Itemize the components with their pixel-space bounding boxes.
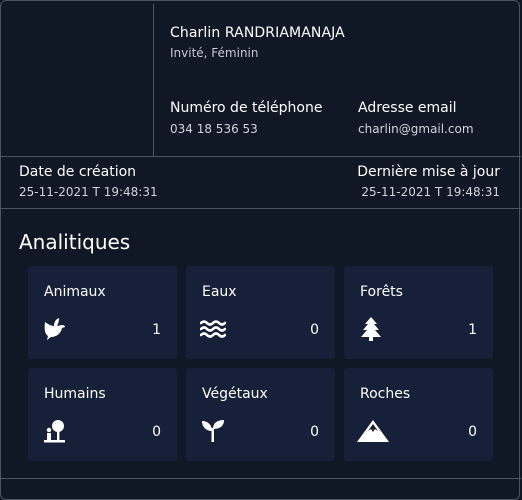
tile-label: Humains: [44, 386, 106, 402]
tile-label: Végétaux: [202, 386, 268, 402]
tile-roches[interactable]: Roches 0: [344, 368, 493, 461]
created-label: Date de création: [19, 164, 137, 180]
water-icon: [200, 320, 226, 338]
tile-count: 0: [310, 322, 319, 338]
tile-eaux[interactable]: Eaux 0: [186, 266, 335, 359]
user-role: Invité, Féminin: [170, 46, 259, 60]
tile-animaux[interactable]: Animaux 1: [28, 266, 177, 359]
divider: [1, 478, 521, 479]
tile-label: Eaux: [202, 284, 237, 300]
tile-forets[interactable]: Forêts 1: [344, 266, 493, 359]
tile-label: Animaux: [44, 284, 106, 300]
updated-label: Dernière mise à jour: [357, 164, 500, 180]
mountain-icon: [357, 420, 389, 442]
tile-count: 1: [468, 322, 477, 338]
dove-icon: [44, 318, 65, 340]
phone-value: 034 18 536 53: [170, 122, 258, 136]
divider: [1, 156, 521, 157]
email-value: charlin@gmail.com: [358, 122, 474, 136]
tile-label: Roches: [360, 386, 411, 402]
analytics-title: Analitiques: [19, 230, 131, 254]
user-name: Charlin RANDRIAMANAJA: [170, 25, 345, 41]
tile-count: 0: [310, 424, 319, 440]
tile-vegetaux[interactable]: Végétaux 0: [186, 368, 335, 461]
profile-card: Charlin RANDRIAMANAJA Invité, Féminin Nu…: [0, 0, 521, 500]
tile-label: Forêts: [360, 284, 403, 300]
tile-count: 0: [468, 424, 477, 440]
email-label: Adresse email: [358, 100, 457, 116]
avatar: [4, 4, 154, 156]
seedling-icon: [202, 420, 224, 442]
tile-count: 1: [152, 322, 161, 338]
tile-count: 0: [152, 424, 161, 440]
created-value: 25-11-2021 T 19:48:31: [19, 185, 158, 199]
tile-humains[interactable]: Humains 0: [28, 368, 177, 461]
tree-icon: [361, 317, 381, 341]
phone-label: Numéro de téléphone: [170, 100, 323, 116]
updated-value: 25-11-2021 T 19:48:31: [361, 185, 500, 199]
divider: [1, 208, 521, 209]
human-tree-icon: [44, 420, 65, 443]
